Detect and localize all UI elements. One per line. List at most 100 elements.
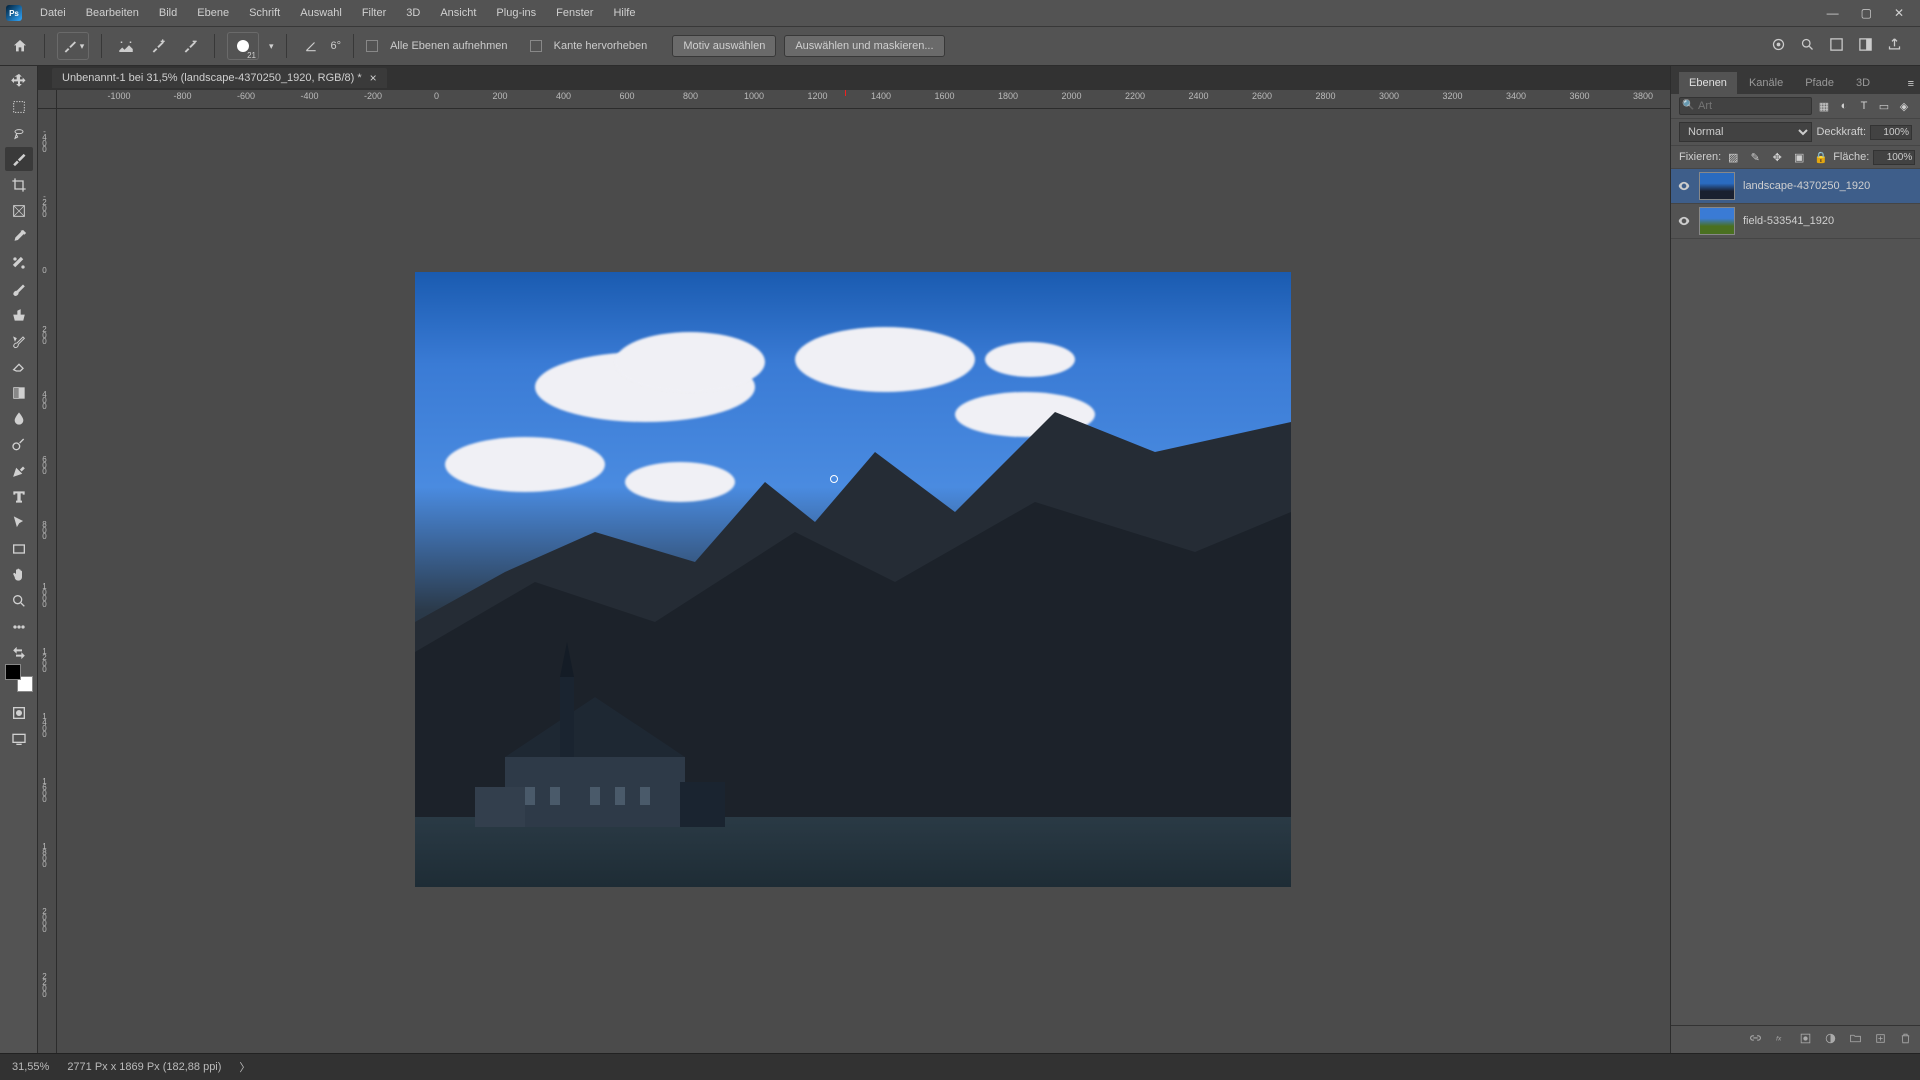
menu-window[interactable]: Fenster (546, 4, 603, 22)
menu-type[interactable]: Schrift (239, 4, 290, 22)
swap-colors-icon[interactable] (5, 647, 33, 659)
document-dimensions[interactable]: 2771 Px x 1869 Px (182,88 ppi) (67, 1061, 221, 1073)
clone-stamp-tool[interactable] (5, 303, 33, 327)
visibility-toggle[interactable] (1677, 179, 1691, 193)
new-group-icon[interactable] (1849, 1032, 1862, 1048)
lasso-tool[interactable] (5, 121, 33, 145)
window-close-icon[interactable]: ✕ (1894, 6, 1904, 20)
layer-name[interactable]: field-533541_1920 (1743, 215, 1834, 227)
horizontal-ruler[interactable]: -1000-800-600-400-2000200400600800100012… (57, 90, 1670, 109)
eraser-tool[interactable] (5, 355, 33, 379)
frame-tool[interactable] (5, 199, 33, 223)
select-and-mask-button[interactable]: Auswählen und maskieren... (784, 35, 944, 57)
quick-mask-button[interactable] (5, 701, 33, 725)
home-button[interactable] (8, 34, 32, 58)
healing-brush-tool[interactable] (5, 251, 33, 275)
status-more-icon[interactable]: 〉 (239, 1059, 250, 1075)
enhance-edge-checkbox[interactable] (530, 40, 542, 52)
delete-layer-icon[interactable] (1899, 1032, 1912, 1048)
adjustment-layer-icon[interactable] (1824, 1032, 1837, 1048)
document-tab[interactable]: Unbenannt-1 bei 31,5% (landscape-4370250… (52, 68, 387, 88)
lock-all-icon[interactable]: 🔒 (1813, 149, 1829, 165)
close-icon[interactable]: × (370, 71, 377, 85)
layer-filter-input[interactable] (1679, 97, 1812, 115)
workspace-switcher-icon[interactable] (1858, 37, 1873, 55)
menu-help[interactable]: Hilfe (603, 4, 645, 22)
rectangle-tool[interactable] (5, 537, 33, 561)
tab-layers[interactable]: Ebenen (1679, 72, 1737, 94)
marquee-tool[interactable] (5, 95, 33, 119)
filter-pixel-icon[interactable]: ▦ (1816, 98, 1832, 114)
blur-tool[interactable] (5, 407, 33, 431)
menu-edit[interactable]: Bearbeiten (76, 4, 149, 22)
layer-item[interactable]: landscape-4370250_1920 (1671, 169, 1920, 204)
visibility-toggle[interactable] (1677, 214, 1691, 228)
color-swatches[interactable] (5, 664, 33, 692)
path-selection-tool[interactable] (5, 511, 33, 535)
lock-pixels-icon[interactable]: ✎ (1747, 149, 1763, 165)
fill-input[interactable] (1873, 150, 1915, 165)
new-layer-icon[interactable] (1874, 1032, 1887, 1048)
screen-mode-button[interactable] (5, 727, 33, 751)
zoom-level[interactable]: 31,55% (12, 1061, 49, 1073)
menu-file[interactable]: Datei (30, 4, 76, 22)
panel-menu-icon[interactable]: ≡ (1902, 74, 1920, 94)
subtract-from-selection-button[interactable] (178, 34, 202, 58)
brush-picker[interactable]: 21 (227, 32, 259, 60)
layer-filter-search[interactable]: 🔍 (1679, 97, 1812, 115)
tab-paths[interactable]: Pfade (1795, 72, 1844, 94)
crop-tool[interactable] (5, 173, 33, 197)
menu-filter[interactable]: Filter (352, 4, 396, 22)
add-to-selection-button[interactable] (146, 34, 170, 58)
vertical-ruler[interactable]: -400-20002004006008001000120014001600180… (38, 109, 57, 1053)
filter-type-icon[interactable]: T (1856, 98, 1872, 114)
cloud-docs-icon[interactable] (1771, 37, 1786, 55)
canvas-area[interactable] (57, 109, 1670, 1053)
arrange-documents-icon[interactable] (1829, 37, 1844, 55)
layer-style-icon[interactable]: fx (1774, 1032, 1787, 1048)
tool-preset-picker[interactable]: ▾ (57, 32, 89, 60)
move-tool[interactable] (5, 69, 33, 93)
filter-adjustment-icon[interactable]: ◐ (1836, 98, 1852, 114)
layer-name[interactable]: landscape-4370250_1920 (1743, 180, 1870, 192)
chevron-down-icon[interactable]: ▾ (269, 41, 274, 52)
hand-tool[interactable] (5, 563, 33, 587)
filter-smart-icon[interactable]: ◈ (1896, 98, 1912, 114)
sample-all-layers-checkbox[interactable] (366, 40, 378, 52)
menu-plugins[interactable]: Plug-ins (486, 4, 546, 22)
opacity-input[interactable] (1870, 125, 1912, 140)
window-minimize-icon[interactable]: — (1827, 6, 1839, 20)
share-icon[interactable] (1887, 37, 1902, 55)
menu-layer[interactable]: Ebene (187, 4, 239, 22)
layer-item[interactable]: field-533541_1920 (1671, 204, 1920, 239)
layer-mask-icon[interactable] (1799, 1032, 1812, 1048)
tab-3d[interactable]: 3D (1846, 72, 1880, 94)
eyedropper-tool[interactable] (5, 225, 33, 249)
menu-view[interactable]: Ansicht (430, 4, 486, 22)
lock-position-icon[interactable]: ✥ (1769, 149, 1785, 165)
gradient-tool[interactable] (5, 381, 33, 405)
menu-3d[interactable]: 3D (396, 4, 430, 22)
angle-value[interactable]: 6° (331, 40, 342, 52)
foreground-color[interactable] (5, 664, 21, 680)
menu-select[interactable]: Auswahl (290, 4, 352, 22)
lock-transparency-icon[interactable]: ▨ (1725, 149, 1741, 165)
select-subject-button[interactable]: Motiv auswählen (672, 35, 776, 57)
brush-tool[interactable] (5, 277, 33, 301)
tab-channels[interactable]: Kanäle (1739, 72, 1793, 94)
type-tool[interactable] (5, 485, 33, 509)
window-maximize-icon[interactable]: ▢ (1861, 6, 1872, 20)
menu-image[interactable]: Bild (149, 4, 187, 22)
search-icon[interactable] (1800, 37, 1815, 55)
layer-thumbnail[interactable] (1699, 172, 1735, 200)
quick-selection-tool[interactable] (5, 147, 33, 171)
pen-tool[interactable] (5, 459, 33, 483)
link-layers-icon[interactable] (1749, 1032, 1762, 1048)
lock-artboard-icon[interactable]: ▣ (1791, 149, 1807, 165)
dodge-tool[interactable] (5, 433, 33, 457)
edit-toolbar-button[interactable] (5, 615, 33, 639)
angle-icon[interactable] (299, 34, 323, 58)
new-selection-button[interactable] (114, 34, 138, 58)
zoom-tool[interactable] (5, 589, 33, 613)
blend-mode-select[interactable]: Normal (1679, 122, 1812, 142)
